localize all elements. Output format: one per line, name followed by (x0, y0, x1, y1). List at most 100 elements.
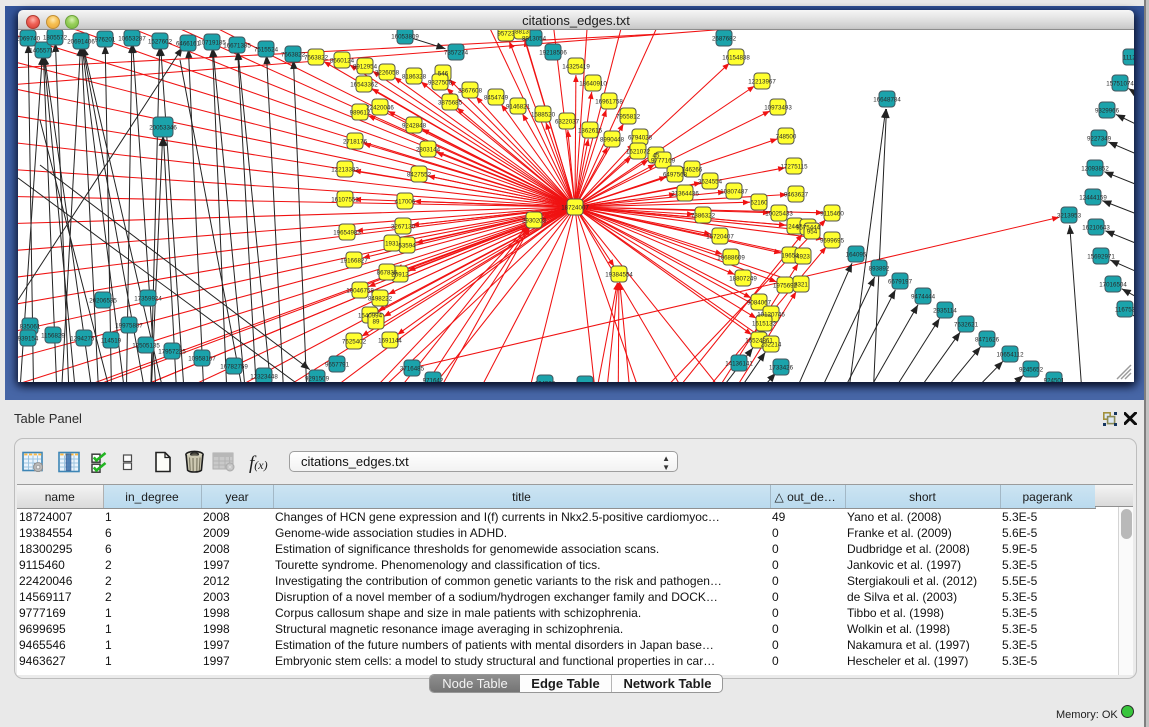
svg-text:954: 954 (807, 229, 818, 236)
svg-text:16648784: 16648784 (873, 97, 901, 104)
svg-text:976201: 976201 (95, 37, 116, 44)
svg-text:20206535: 20206535 (89, 298, 117, 305)
svg-text:7663822: 7663822 (281, 52, 306, 59)
svg-text:16053809: 16053809 (391, 34, 419, 41)
svg-text:8660124: 8660124 (330, 58, 355, 65)
svg-text:19975887: 19975887 (115, 323, 143, 330)
svg-text:8321: 8321 (794, 282, 808, 289)
svg-text:16543362: 16543362 (350, 82, 378, 89)
svg-text:1156829: 1156829 (41, 333, 65, 340)
svg-text:835061: 835061 (20, 324, 41, 331)
svg-text:3875685: 3875685 (438, 100, 463, 107)
svg-text:1362615: 1362615 (578, 128, 603, 135)
svg-text:164095: 164095 (846, 252, 867, 259)
svg-text:9474444: 9474444 (911, 294, 936, 301)
svg-text:19654983: 19654983 (333, 230, 361, 237)
svg-text:21364436: 21364436 (671, 191, 699, 198)
svg-text:8912954: 8912954 (353, 64, 378, 71)
svg-text:8471626: 8471626 (975, 337, 1000, 344)
svg-text:1931: 1931 (385, 241, 399, 248)
svg-text:17275115: 17275115 (780, 164, 808, 171)
svg-text:116753: 116753 (1115, 307, 1134, 314)
svg-text:15751074: 15751074 (1106, 81, 1134, 88)
svg-text:104523: 104523 (535, 381, 556, 382)
svg-text:53594: 53594 (398, 243, 416, 250)
svg-text:95723: 95723 (497, 31, 515, 38)
svg-text:10046758: 10046758 (346, 288, 374, 295)
svg-text:3624554: 3624554 (698, 179, 723, 186)
svg-text:9115460: 9115460 (820, 211, 844, 218)
svg-text:546: 546 (438, 71, 449, 78)
svg-text:1621072: 1621072 (626, 149, 651, 156)
svg-text:748500: 748500 (776, 134, 797, 141)
svg-text:14136141: 14136141 (725, 361, 753, 368)
svg-text:20691406: 20691406 (67, 39, 95, 46)
svg-text:18640910: 18640910 (579, 81, 607, 88)
svg-text:867835: 867835 (377, 270, 398, 277)
svg-text:9291509: 9291509 (305, 376, 330, 382)
svg-text:22420046: 22420046 (366, 105, 394, 112)
svg-text:9463627: 9463627 (784, 192, 809, 199)
svg-text:7386322: 7386322 (691, 213, 716, 220)
svg-text:19218506: 19218506 (539, 50, 567, 57)
svg-text:19384554: 19384554 (605, 272, 633, 279)
svg-text:17016504: 17016504 (1099, 282, 1127, 289)
svg-text:9329966: 9329966 (1095, 108, 1120, 115)
svg-text:6466161: 6466161 (176, 41, 201, 48)
svg-text:89: 89 (373, 319, 380, 326)
svg-text:6679197: 6679197 (888, 279, 913, 286)
svg-text:16210643: 16210643 (1082, 225, 1110, 232)
svg-text:3716485: 3716485 (400, 366, 425, 373)
svg-text:18807249: 18807249 (729, 276, 757, 283)
svg-text:16961758: 16961758 (595, 99, 623, 106)
svg-text:16782759: 16782759 (220, 364, 248, 371)
svg-text:10958167: 10958167 (188, 356, 216, 363)
svg-text:989612: 989612 (350, 110, 371, 117)
svg-text:1527602: 1527602 (148, 39, 173, 46)
svg-text:2718176: 2718176 (343, 139, 368, 146)
svg-text:417006: 417006 (395, 199, 416, 206)
svg-text:9084067: 9084067 (747, 300, 772, 307)
svg-text:12942757: 12942757 (70, 336, 98, 343)
svg-text:1691144: 1691144 (378, 338, 402, 345)
svg-text:10688609: 10688609 (717, 255, 745, 262)
svg-text:2867608: 2867608 (458, 88, 483, 95)
svg-text:15720407: 15720407 (706, 234, 734, 241)
svg-text:924501: 924501 (1044, 378, 1065, 382)
svg-text:19166827: 19166827 (340, 258, 368, 265)
svg-text:3213953: 3213953 (1057, 213, 1082, 220)
svg-text:8813: 8813 (515, 30, 529, 36)
svg-text:7625402: 7625402 (342, 339, 367, 346)
svg-text:9245652: 9245652 (1019, 367, 1044, 374)
svg-text:8427552: 8427552 (407, 172, 432, 179)
svg-text:2687682: 2687682 (712, 36, 737, 43)
svg-text:7663822: 7663822 (304, 55, 329, 62)
svg-text:12505135: 12505135 (132, 343, 160, 350)
svg-text:9146821: 9146821 (506, 104, 531, 111)
svg-text:12213967: 12213967 (748, 79, 776, 86)
svg-text:8498222: 8498222 (368, 296, 393, 303)
svg-text:10025433: 10025433 (765, 211, 793, 218)
svg-text:8454749: 8454749 (484, 95, 509, 102)
svg-text:2930203: 2930203 (522, 218, 547, 225)
svg-text:1615132: 1615132 (752, 321, 777, 328)
svg-text:2935114: 2935114 (933, 308, 957, 315)
svg-text:14055714: 14055714 (29, 48, 57, 55)
svg-text:7515524: 7515524 (254, 47, 279, 54)
svg-text:12213382: 12213382 (331, 167, 359, 174)
svg-text:12323448: 12323448 (250, 374, 278, 381)
svg-text:2069740: 2069740 (18, 36, 41, 43)
svg-text:1588520: 1588520 (531, 112, 556, 119)
svg-text:16154838: 16154838 (722, 55, 750, 62)
svg-text:62160: 62160 (750, 200, 768, 207)
svg-text:10807487: 10807487 (720, 189, 748, 196)
svg-text:10719185: 10719185 (198, 40, 226, 47)
svg-text:1733426: 1733426 (769, 365, 794, 372)
svg-text:14325419: 14325419 (562, 64, 590, 71)
svg-text:9327508: 9327508 (428, 80, 453, 87)
svg-text:17957225: 17957225 (158, 349, 186, 356)
svg-text:12093852: 12093852 (1081, 166, 1109, 173)
svg-text:7632621: 7632621 (954, 322, 979, 329)
svg-text:18724007: 18724007 (561, 205, 589, 212)
svg-text:9657791: 9657791 (325, 362, 350, 369)
